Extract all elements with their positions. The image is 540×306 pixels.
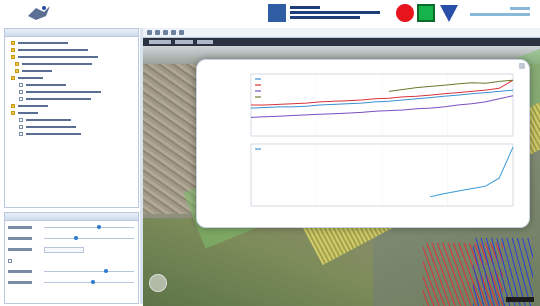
pan-icon[interactable] bbox=[163, 30, 168, 35]
compass-icon[interactable] bbox=[149, 274, 167, 292]
property-slider[interactable] bbox=[44, 236, 134, 240]
checkbox-icon[interactable] bbox=[19, 90, 23, 94]
layer-label bbox=[26, 126, 76, 128]
layer-item[interactable] bbox=[15, 62, 92, 66]
zoom-out-icon[interactable] bbox=[155, 30, 160, 35]
layers-panel bbox=[4, 28, 139, 208]
bottom-chart bbox=[250, 143, 514, 207]
property-checkbox[interactable] bbox=[8, 259, 12, 263]
layer-item[interactable] bbox=[11, 111, 38, 115]
layer-label bbox=[26, 119, 71, 121]
folder-icon bbox=[15, 69, 19, 73]
map-tab[interactable] bbox=[149, 40, 171, 44]
layer-label bbox=[18, 49, 88, 51]
checkbox-icon[interactable] bbox=[19, 97, 23, 101]
layer-label bbox=[18, 112, 38, 114]
map-tab[interactable] bbox=[197, 40, 213, 44]
measure-icon[interactable] bbox=[171, 30, 176, 35]
property-row bbox=[8, 247, 136, 253]
layer-item[interactable] bbox=[19, 83, 66, 87]
layer-item[interactable] bbox=[19, 97, 91, 101]
layer-label bbox=[18, 56, 98, 58]
green-square-icon[interactable] bbox=[417, 4, 435, 22]
folder-icon bbox=[11, 55, 15, 59]
layer-label bbox=[26, 98, 91, 100]
layer-item[interactable] bbox=[15, 69, 52, 73]
checkbox-icon[interactable] bbox=[19, 132, 23, 136]
properties-header bbox=[5, 213, 138, 221]
layer-label bbox=[26, 133, 81, 135]
layer-item[interactable] bbox=[11, 55, 98, 59]
property-label bbox=[8, 270, 32, 273]
layer-item[interactable] bbox=[11, 41, 68, 45]
layers-icon[interactable] bbox=[179, 30, 184, 35]
folder-icon bbox=[11, 111, 15, 115]
top-banner bbox=[0, 0, 540, 27]
slider-thumb[interactable] bbox=[104, 269, 109, 273]
property-label bbox=[8, 226, 32, 229]
layer-item[interactable] bbox=[11, 76, 43, 80]
layer-item[interactable] bbox=[19, 132, 81, 136]
satellite-logo-icon[interactable] bbox=[26, 2, 52, 22]
property-label bbox=[8, 237, 32, 240]
popup-charts bbox=[250, 73, 514, 207]
layer-item[interactable] bbox=[19, 90, 101, 94]
layer-label bbox=[22, 63, 92, 65]
app-window bbox=[0, 0, 540, 306]
blue-triangle-down-icon[interactable] bbox=[440, 5, 458, 22]
slider-thumb[interactable] bbox=[97, 225, 102, 229]
slider-thumb[interactable] bbox=[91, 280, 96, 284]
layer-label bbox=[18, 42, 68, 44]
layer-label bbox=[18, 77, 43, 79]
partner-logo-icon[interactable] bbox=[268, 4, 286, 22]
layer-item[interactable] bbox=[11, 104, 48, 108]
layers-header bbox=[5, 29, 138, 37]
layer-item[interactable] bbox=[19, 125, 76, 129]
layer-label bbox=[26, 91, 101, 93]
property-select[interactable] bbox=[44, 247, 84, 253]
chart-popup bbox=[196, 59, 530, 228]
checkbox-icon[interactable] bbox=[19, 83, 23, 87]
layer-label bbox=[18, 105, 48, 107]
folder-icon bbox=[15, 62, 19, 66]
layer-item[interactable] bbox=[19, 118, 71, 122]
top-chart bbox=[250, 73, 514, 137]
property-row bbox=[8, 236, 136, 242]
map-blue-overlay bbox=[473, 238, 533, 306]
map-toolbar bbox=[143, 28, 540, 38]
property-slider[interactable] bbox=[44, 280, 134, 284]
property-row bbox=[8, 280, 136, 286]
checkbox-icon[interactable] bbox=[19, 118, 23, 122]
property-row bbox=[8, 269, 136, 275]
map-tabs bbox=[143, 38, 540, 46]
layer-label bbox=[26, 84, 66, 86]
properties-panel bbox=[4, 212, 139, 304]
property-row bbox=[8, 225, 136, 231]
folder-icon bbox=[11, 76, 15, 80]
layer-item[interactable] bbox=[11, 48, 88, 52]
property-slider[interactable] bbox=[44, 269, 134, 273]
scale-bar bbox=[506, 297, 534, 302]
top-links[interactable] bbox=[458, 4, 530, 24]
property-row bbox=[8, 258, 136, 264]
red-circle-icon[interactable] bbox=[396, 4, 414, 22]
folder-icon bbox=[11, 48, 15, 52]
partner-text bbox=[290, 4, 390, 24]
zoom-in-icon[interactable] bbox=[147, 30, 152, 35]
layer-label bbox=[22, 70, 52, 72]
slider-thumb[interactable] bbox=[74, 236, 79, 240]
property-label bbox=[8, 281, 32, 284]
folder-icon bbox=[11, 104, 15, 108]
map-tab[interactable] bbox=[175, 40, 193, 44]
property-label bbox=[8, 248, 32, 251]
checkbox-icon[interactable] bbox=[19, 125, 23, 129]
folder-icon bbox=[11, 41, 15, 45]
property-slider[interactable] bbox=[44, 225, 134, 229]
